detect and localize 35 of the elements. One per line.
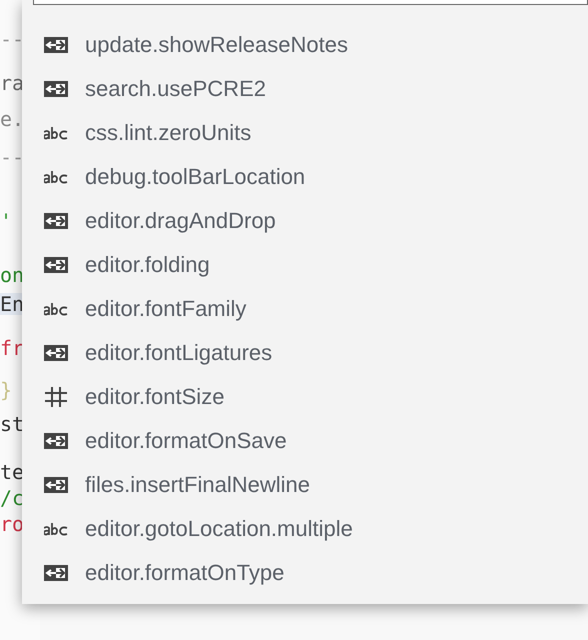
enum-icon <box>44 79 68 99</box>
code-fragment: ra <box>0 72 26 94</box>
code-fragment: ' <box>0 210 14 232</box>
enum-icon <box>44 255 68 275</box>
suggestion-item[interactable]: debug.toolBarLocation <box>85 164 306 190</box>
suggestion-item[interactable]: editor.formatOnType <box>85 560 284 586</box>
enum-icon <box>44 563 68 583</box>
suggestion-item[interactable]: editor.fontFamily <box>85 296 246 322</box>
code-fragment: /c <box>0 487 26 509</box>
suggestion-item[interactable]: editor.fontLigatures <box>85 340 272 366</box>
enum-icon <box>44 431 68 451</box>
code-fragment: -- <box>0 146 26 168</box>
suggestion-item[interactable]: css.lint.zeroUnits <box>85 120 252 146</box>
code-fragment: st <box>0 413 26 435</box>
suggestion-item[interactable]: search.usePCRE2 <box>85 76 266 102</box>
enum-icon <box>44 211 68 231</box>
hash-icon <box>44 387 68 407</box>
suggestion-item[interactable]: files.insertFinalNewline <box>85 472 310 498</box>
code-fragment: ro <box>0 513 26 535</box>
enum-icon <box>44 343 68 363</box>
suggestion-item[interactable]: editor.fontSize <box>85 384 224 410</box>
suggestion-item[interactable]: update.showReleaseNotes <box>85 32 348 58</box>
enum-icon <box>44 35 68 55</box>
suggestion-item[interactable]: editor.dragAndDrop <box>85 208 276 234</box>
code-fragment: e. <box>0 108 26 130</box>
code-fragment: -- <box>0 28 26 50</box>
suggestion-item[interactable]: editor.folding <box>85 252 210 278</box>
input-field[interactable] <box>33 0 588 5</box>
code-fragment: te <box>0 461 26 483</box>
code-fragment: } <box>0 379 14 401</box>
code-fragment: on <box>0 264 26 286</box>
suggestion-item[interactable]: editor.formatOnSave <box>85 428 287 454</box>
suggestion-item[interactable]: editor.gotoLocation.multiple <box>85 516 353 542</box>
enum-icon <box>44 475 68 495</box>
code-fragment: fr <box>0 337 26 359</box>
